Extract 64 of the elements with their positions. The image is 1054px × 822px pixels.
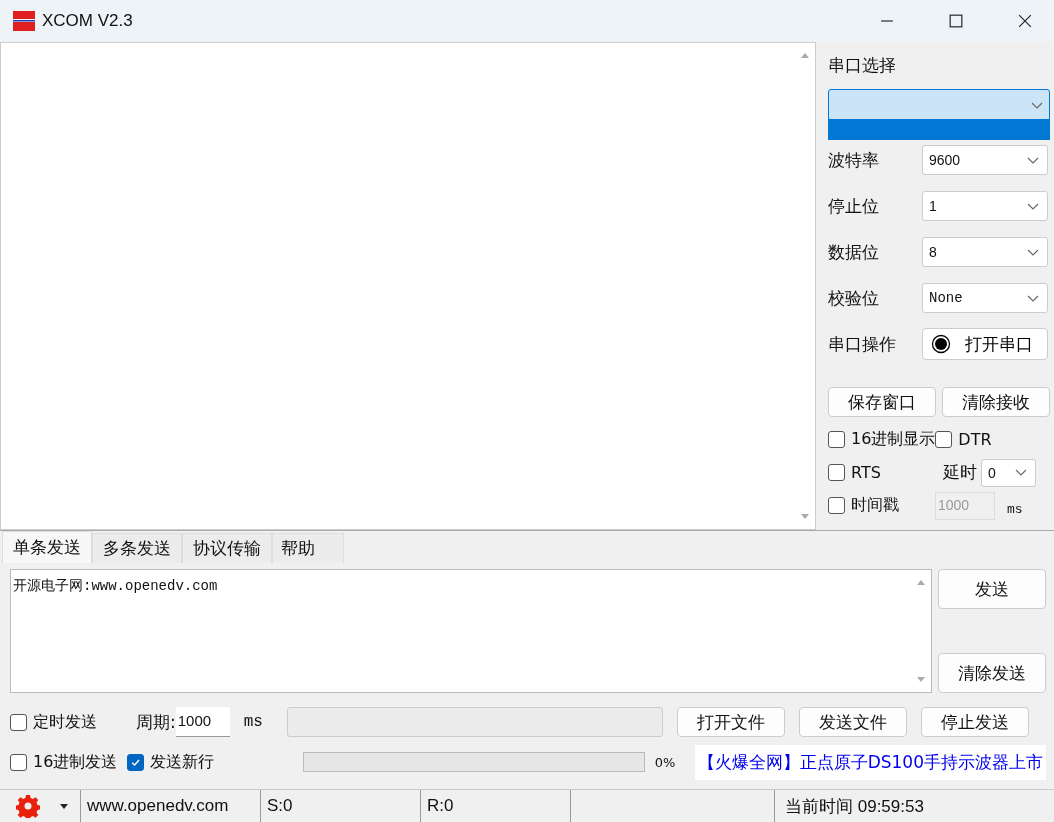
period-field[interactable]: 1000 xyxy=(175,707,230,737)
operation-label: 串口操作 xyxy=(828,332,897,356)
chevron-down-icon xyxy=(1031,101,1043,109)
tab[interactable]: 多条发送 xyxy=(92,533,182,563)
checkbox[interactable] xyxy=(935,431,953,448)
file-button[interactable]: 打开文件 xyxy=(676,707,785,737)
file-button[interactable]: 停止发送 xyxy=(920,707,1029,737)
delay-dropdown[interactable]: 0 xyxy=(980,458,1036,487)
checkbox[interactable] xyxy=(10,753,27,771)
checkbox-label: 16进制显示 xyxy=(851,429,936,450)
gear-icon[interactable] xyxy=(16,794,40,818)
checkbox[interactable] xyxy=(828,497,845,514)
checkbox-label: 定时发送 xyxy=(33,711,97,733)
unit-label: ms xyxy=(243,713,263,731)
tab[interactable]: 单条发送 xyxy=(2,531,92,563)
checkbox[interactable] xyxy=(828,464,845,481)
checkbox-label: 发送新行 xyxy=(150,751,215,773)
status-sent: S:0 xyxy=(260,790,420,822)
checkbox-label: RTS xyxy=(851,463,881,482)
maximize-icon[interactable] xyxy=(949,14,963,28)
port-label: 串口选择 xyxy=(828,54,897,77)
tab[interactable]: 帮助 xyxy=(272,533,344,563)
send-button[interactable]: 发送 xyxy=(938,569,1046,609)
setting-label: 停止位 xyxy=(828,194,880,218)
send-text: 开源电子网:www.openedv.com xyxy=(13,578,218,594)
file-path-field[interactable] xyxy=(286,707,663,737)
chevron-down-icon xyxy=(1027,156,1039,164)
setting-label: 数据位 xyxy=(828,240,880,264)
setting-dropdown[interactable]: None xyxy=(922,283,1048,313)
period-label: 周期: xyxy=(136,710,176,734)
chevron-down-icon xyxy=(1027,294,1039,302)
caret-icon[interactable] xyxy=(60,803,68,809)
status-received: R:0 xyxy=(420,790,570,822)
setting-label: 校验位 xyxy=(828,286,880,310)
checkbox[interactable] xyxy=(127,753,145,771)
unit-label: ms xyxy=(1007,502,1023,517)
checkbox-label: 时间戳 xyxy=(851,495,899,516)
checkbox-label: DTR xyxy=(958,430,992,449)
file-button[interactable]: 发送文件 xyxy=(798,707,907,737)
setting-dropdown[interactable]: 9600 xyxy=(922,145,1048,175)
ad-banner[interactable]: 【火爆全网】正点原子DS100手持示波器上市 xyxy=(694,744,1046,780)
setting-label: 波特率 xyxy=(828,148,880,172)
port-dropdown[interactable] xyxy=(828,89,1050,121)
progress-reading: 0% xyxy=(654,754,677,770)
checkbox[interactable] xyxy=(10,713,27,731)
chevron-down-icon xyxy=(1027,248,1039,256)
chevron-down-icon xyxy=(1014,469,1027,476)
chevron-down-icon xyxy=(1027,202,1039,210)
window-title: XCOM V2.3 xyxy=(42,11,133,31)
panel-button[interactable]: 保存窗口 xyxy=(828,387,936,417)
radio-icon xyxy=(931,334,951,354)
open-port-button[interactable]: 打开串口 xyxy=(922,328,1048,360)
delay-label: 延时 xyxy=(942,461,977,484)
status-website: www.openedv.com xyxy=(80,790,260,822)
checkbox-label: 16进制发送 xyxy=(33,751,118,773)
setting-dropdown[interactable]: 8 xyxy=(922,237,1048,267)
close-icon[interactable] xyxy=(1018,14,1032,28)
checkbox[interactable] xyxy=(828,431,845,448)
logo-icon xyxy=(12,9,36,33)
status-time: 当前时间 09:59:53 xyxy=(774,790,1054,822)
send-button[interactable]: 清除发送 xyxy=(938,653,1046,693)
setting-dropdown[interactable]: 1 xyxy=(922,191,1048,221)
panel-button[interactable]: 清除接收 xyxy=(942,387,1050,417)
tab[interactable]: 协议传输 xyxy=(182,533,272,563)
